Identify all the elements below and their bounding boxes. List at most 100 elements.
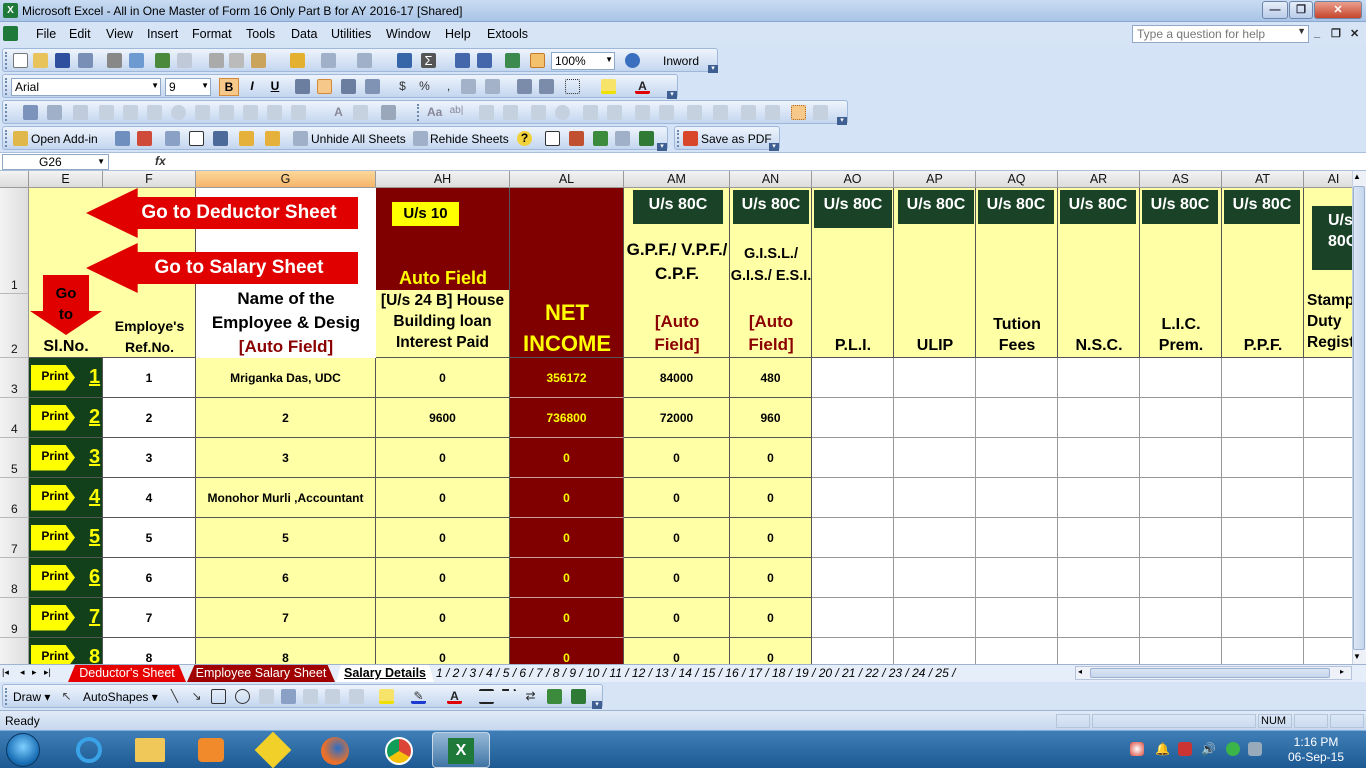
- column-header-ap[interactable]: AP: [894, 171, 976, 188]
- house-loan-cell[interactable]: 0: [376, 478, 510, 518]
- empty-input-cell[interactable]: [976, 358, 1058, 398]
- sl-number-link[interactable]: 5: [89, 526, 100, 549]
- sl-number-link[interactable]: 1: [89, 366, 100, 389]
- gpf-cell[interactable]: 0: [624, 598, 730, 638]
- button-form-icon[interactable]: [503, 105, 518, 120]
- doc-minimize-button[interactable]: _: [1314, 27, 1320, 39]
- print-preview-icon[interactable]: [129, 53, 144, 68]
- empty-input-cell[interactable]: [894, 398, 976, 438]
- column-header-as[interactable]: AS: [1140, 171, 1222, 188]
- currency-icon[interactable]: $: [395, 79, 410, 94]
- empty-input-cell[interactable]: [976, 478, 1058, 518]
- label-control-icon[interactable]: A: [331, 105, 346, 120]
- tab-employee-salary-sheet[interactable]: Employee Salary Sheet: [187, 665, 335, 682]
- checkbox-icon[interactable]: [99, 105, 114, 120]
- run-dialog-icon[interactable]: [813, 105, 828, 120]
- empty-input-cell[interactable]: [812, 638, 894, 664]
- format-painter-icon[interactable]: [290, 53, 305, 68]
- pdf-icon[interactable]: [683, 131, 698, 146]
- column-header-e[interactable]: E: [29, 171, 103, 188]
- spin-button-icon[interactable]: [267, 105, 282, 120]
- horizontal-scrollbar[interactable]: ◂ ▸: [1075, 666, 1352, 680]
- 3d-style-icon[interactable]: [571, 689, 586, 704]
- gis-cell[interactable]: 0: [730, 558, 812, 598]
- gpf-cell[interactable]: 84000: [624, 358, 730, 398]
- autoshapes-menu-button[interactable]: AutoShapes ▾: [83, 690, 158, 704]
- sl-number-link[interactable]: 8: [89, 646, 100, 664]
- taskbar-excel[interactable]: X: [432, 732, 490, 768]
- textbox-icon[interactable]: [123, 105, 138, 120]
- empty-input-cell[interactable]: [1140, 438, 1222, 478]
- print-button[interactable]: Print: [31, 564, 75, 591]
- empty-input-cell[interactable]: [894, 558, 976, 598]
- toolbar-grip[interactable]: [5, 52, 8, 69]
- empty-input-cell[interactable]: [894, 358, 976, 398]
- fill-color-draw-icon[interactable]: [379, 689, 394, 704]
- excel-icon[interactable]: X: [3, 3, 18, 18]
- empty-input-cell[interactable]: [1140, 398, 1222, 438]
- menu-file[interactable]: File: [36, 27, 56, 41]
- empty-input-cell[interactable]: [1304, 558, 1352, 598]
- arrow-icon[interactable]: ↘: [189, 689, 204, 704]
- taskbar-media[interactable]: [182, 732, 240, 768]
- checkbox-form-icon[interactable]: [531, 105, 546, 120]
- tab-salary-details[interactable]: Salary Details: [336, 665, 434, 682]
- arrow-style-icon[interactable]: ⇄: [523, 689, 538, 704]
- ref-no-cell[interactable]: 8: [103, 638, 196, 664]
- column-header-an[interactable]: AN: [730, 171, 812, 188]
- tab-next-icon[interactable]: ▸: [32, 667, 37, 678]
- column-header-g[interactable]: G: [196, 171, 376, 188]
- row-header[interactable]: 8: [0, 558, 29, 598]
- maximize-button[interactable]: ❐: [1289, 1, 1313, 19]
- empty-input-cell[interactable]: [1222, 598, 1304, 638]
- ref-no-cell[interactable]: 5: [103, 518, 196, 558]
- gis-cell[interactable]: 0: [730, 518, 812, 558]
- autosum-icon[interactable]: Σ: [421, 53, 436, 68]
- rectangle-icon[interactable]: [211, 689, 226, 704]
- empty-input-cell[interactable]: [1058, 438, 1140, 478]
- chevron-down-icon[interactable]: ▼: [201, 81, 209, 90]
- open-icon[interactable]: [33, 53, 48, 68]
- empty-input-cell[interactable]: [976, 398, 1058, 438]
- tab-numbered-sheets[interactable]: 1 / 2 / 3 / 4 / 5 / 6 / 7 / 8 / 9 / 10 /…: [436, 666, 955, 680]
- name-box[interactable]: G26 ▼: [2, 154, 109, 170]
- align-left-icon[interactable]: [295, 79, 310, 94]
- listbox-icon[interactable]: [195, 105, 210, 120]
- increase-indent-icon[interactable]: [539, 79, 554, 94]
- textbox-draw-icon[interactable]: [259, 689, 274, 704]
- chevron-down-icon[interactable]: ▼: [1297, 26, 1306, 36]
- empty-input-cell[interactable]: [1304, 358, 1352, 398]
- empty-input-cell[interactable]: [1140, 358, 1222, 398]
- name-cell[interactable]: Mriganka Das, UDC: [196, 358, 376, 398]
- rehide-sheets-button[interactable]: Rehide Sheets: [430, 132, 509, 146]
- flag-icon[interactable]: [593, 131, 608, 146]
- empty-input-cell[interactable]: [812, 398, 894, 438]
- empty-input-cell[interactable]: [1304, 478, 1352, 518]
- toolbar-grip[interactable]: [5, 104, 8, 121]
- column-header-ah[interactable]: AH: [376, 171, 510, 188]
- taskbar-clock[interactable]: 1:16 PM 06-Sep-15: [1268, 735, 1364, 765]
- tab-last-icon[interactable]: ▸|: [44, 667, 51, 678]
- group-box-icon[interactable]: [479, 105, 494, 120]
- tray-chrome-icon[interactable]: [1130, 742, 1144, 756]
- empty-input-cell[interactable]: [1058, 358, 1140, 398]
- toolbar-grip[interactable]: [677, 130, 680, 147]
- sl-number-link[interactable]: 2: [89, 406, 100, 429]
- sl-number-link[interactable]: 3: [89, 446, 100, 469]
- empty-input-cell[interactable]: [976, 638, 1058, 664]
- formula-input[interactable]: [172, 154, 1362, 170]
- delete-sheet-icon[interactable]: [137, 131, 152, 146]
- table-icon[interactable]: [545, 131, 560, 146]
- empty-input-cell[interactable]: [1222, 398, 1304, 438]
- menu-utilities[interactable]: Utilities: [331, 27, 371, 41]
- net-income-cell[interactable]: 0: [510, 598, 624, 638]
- minimize-button[interactable]: —: [1262, 1, 1288, 19]
- toolbar-options-icon[interactable]: ▾: [592, 701, 602, 709]
- close-button[interactable]: ✕: [1314, 1, 1362, 19]
- chevron-down-icon[interactable]: ▼: [97, 155, 105, 169]
- italic-button[interactable]: I: [244, 79, 260, 93]
- menu-edit[interactable]: Edit: [69, 27, 91, 41]
- taskbar-explorer[interactable]: [121, 732, 179, 768]
- hyperlink-icon[interactable]: [397, 53, 412, 68]
- command-button-icon[interactable]: [147, 105, 162, 120]
